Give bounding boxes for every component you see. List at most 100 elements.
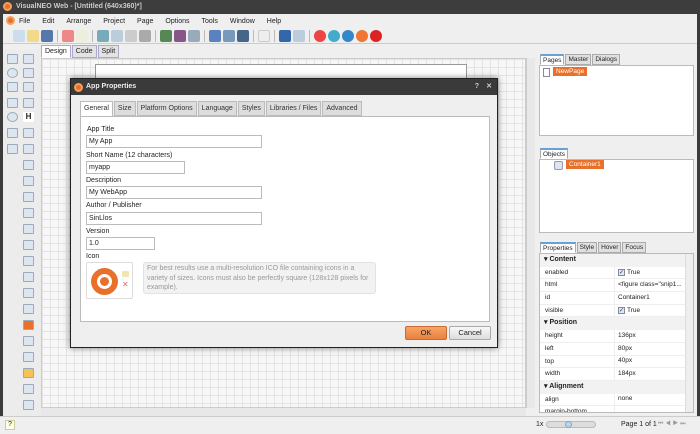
description-input[interactable]: My WebApp (86, 186, 262, 199)
image-tool-icon[interactable] (7, 144, 18, 154)
menu-edit[interactable]: Edit (42, 18, 54, 25)
combobox-tool-icon[interactable] (23, 240, 34, 250)
tab-platform-options[interactable]: Platform Options (136, 101, 197, 116)
paste-icon[interactable] (125, 29, 137, 42)
tab-libraries-files[interactable]: Libraries / Files (265, 101, 322, 116)
align-icon[interactable] (188, 29, 200, 42)
tab-pages[interactable]: Pages (540, 54, 565, 65)
property-row[interactable]: top 40px (540, 355, 693, 369)
send-back-icon[interactable] (174, 29, 186, 42)
property-row[interactable]: visible ✓ True (540, 304, 693, 318)
timer-tool-icon[interactable] (7, 68, 18, 78)
tab-properties[interactable]: Properties (540, 242, 576, 253)
paragraph-tool-icon[interactable] (23, 128, 34, 138)
copy-icon[interactable] (111, 29, 123, 42)
tab-focus[interactable]: Focus (622, 242, 647, 253)
firefox-icon[interactable] (356, 29, 368, 42)
tab-styles[interactable]: Styles (237, 101, 265, 116)
tab-code[interactable]: Code (71, 45, 97, 58)
bring-front-icon[interactable] (160, 29, 172, 42)
form-tool-icon[interactable] (23, 256, 34, 266)
author-input[interactable]: SinLlos (86, 212, 262, 225)
ie-icon[interactable] (328, 29, 340, 42)
menu-tools[interactable]: Tools (202, 18, 218, 25)
calendar-tool-icon[interactable] (23, 336, 34, 346)
select-tool-icon[interactable] (23, 54, 34, 64)
tab-objects[interactable]: Objects (540, 148, 569, 159)
menu-file[interactable]: File (19, 18, 30, 25)
delete-icon[interactable] (139, 29, 151, 42)
close-button[interactable]: ✕ (486, 79, 492, 95)
tab-style[interactable]: Style (576, 242, 598, 253)
textarea-tool-icon[interactable] (23, 384, 34, 394)
tab-master[interactable]: Master (565, 54, 592, 65)
password-tool-icon[interactable] (23, 304, 34, 314)
zoom-slider[interactable] (546, 421, 596, 428)
tab-hover[interactable]: Hover (598, 242, 622, 253)
tab-dialogs[interactable]: Dialogs (592, 54, 620, 65)
page-nav-buttons[interactable]: ⏮◀▶⏭ (658, 421, 688, 428)
folder-tool-icon[interactable] (23, 368, 34, 378)
help-button[interactable]: ? (475, 79, 479, 95)
menu-help[interactable]: Help (267, 18, 281, 25)
property-row[interactable]: id Container1 (540, 292, 693, 305)
opera-icon[interactable] (370, 29, 382, 42)
horizontal-scrollbar[interactable] (41, 408, 526, 416)
page-item[interactable]: NewPage (553, 67, 588, 76)
container-tool-icon[interactable] (23, 82, 34, 92)
tab-general[interactable]: General (80, 101, 113, 117)
section-position[interactable]: ▾ Position (540, 317, 693, 331)
short-name-input[interactable]: myapp (86, 161, 185, 174)
spinner-tool-icon[interactable] (23, 400, 34, 410)
cut-icon[interactable] (97, 29, 109, 42)
property-row[interactable]: align none (540, 393, 693, 407)
heading-tool-icon[interactable]: H (23, 112, 34, 122)
browse-folder-icon[interactable] (122, 271, 129, 277)
page-icon[interactable] (237, 29, 249, 42)
chart-tool-icon[interactable] (7, 128, 18, 138)
section-content[interactable]: ▾ Content (540, 254, 693, 267)
preview-icon[interactable] (293, 29, 305, 42)
box-tool-icon[interactable] (7, 98, 18, 108)
radio-tool-icon[interactable] (23, 208, 34, 218)
property-row[interactable]: html <figure class="snip1... (540, 279, 693, 293)
edge-icon[interactable] (342, 29, 354, 42)
properties-scrollbar[interactable] (685, 254, 693, 412)
tab-size[interactable]: Size (113, 101, 136, 116)
property-row[interactable]: height 136px (540, 330, 693, 343)
listbox-tool-icon[interactable] (23, 224, 34, 234)
checkbox[interactable]: ✓ (618, 269, 625, 277)
tab-split[interactable]: Split (97, 45, 120, 58)
menu-window[interactable]: Window (230, 18, 255, 25)
menu-page[interactable]: Page (137, 18, 153, 25)
property-row[interactable]: left 80px (540, 342, 693, 356)
property-row[interactable]: enabled ✓ True (540, 266, 693, 280)
version-input[interactable]: 1.0 (86, 237, 155, 250)
color-tool-icon[interactable] (23, 320, 34, 330)
textfield-tool-icon[interactable] (23, 272, 34, 282)
checkbox-tool-icon[interactable] (23, 176, 34, 186)
menu-project[interactable]: Project (103, 18, 125, 25)
remove-icon[interactable]: ✕ (122, 280, 129, 289)
redo-icon[interactable] (76, 29, 88, 42)
new-icon[interactable] (13, 29, 25, 42)
line-tool-icon[interactable] (7, 82, 18, 92)
vertical-scrollbar[interactable] (526, 58, 535, 408)
help-icon[interactable]: ? (5, 420, 15, 430)
property-row[interactable]: width 184px (540, 368, 693, 381)
save-icon[interactable] (41, 29, 53, 42)
pointer-tool-icon[interactable] (7, 54, 18, 64)
time-tool-icon[interactable] (23, 352, 34, 362)
window-icon[interactable] (209, 29, 221, 42)
menu-arrange[interactable]: Arrange (66, 18, 91, 25)
panel-tool-icon[interactable] (23, 98, 34, 108)
tab-design[interactable]: Design (41, 45, 71, 58)
cancel-button[interactable]: Cancel (449, 326, 491, 340)
button-tool-icon[interactable] (23, 160, 34, 170)
menu-options[interactable]: Options (165, 18, 189, 25)
checkbox2-tool-icon[interactable] (23, 192, 34, 202)
undo-icon[interactable] (62, 29, 74, 42)
property-row[interactable]: margin-bottom (540, 406, 693, 412)
section-alignment[interactable]: ▾ Alignment (540, 380, 693, 394)
properties-icon[interactable] (258, 29, 270, 42)
